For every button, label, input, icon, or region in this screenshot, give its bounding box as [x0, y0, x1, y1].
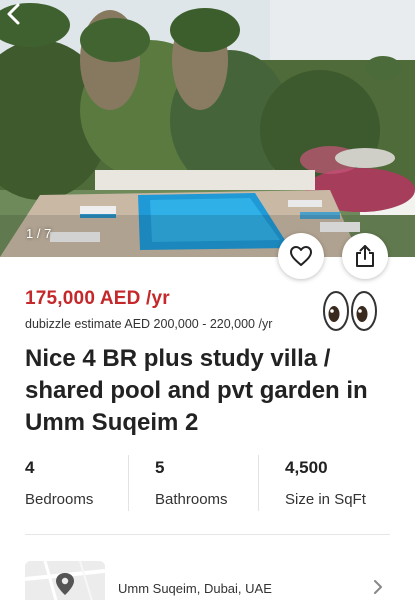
chevron-right-icon[interactable]	[371, 578, 385, 596]
section-divider	[25, 534, 390, 535]
bedrooms-label: Bedrooms	[25, 491, 94, 508]
location-text[interactable]: Umm Suqeim, Dubai, UAE	[118, 581, 272, 596]
location-map-thumbnail[interactable]	[25, 561, 105, 600]
share-icon	[356, 245, 374, 267]
size-value: 4,500	[285, 458, 328, 477]
bathrooms-label: Bathrooms	[155, 491, 228, 508]
bedrooms-stat: 4 Bedrooms	[25, 455, 93, 515]
price-estimate: dubizzle estimate AED 200,000 - 220,000 …	[25, 317, 273, 331]
eyes-emoji-icon	[323, 291, 377, 331]
listing-price: 175,000 AED /yr	[25, 288, 170, 309]
size-stat: 4,500 Size in SqFt	[285, 455, 366, 515]
stat-divider	[258, 455, 259, 511]
bedrooms-value: 4	[25, 458, 35, 477]
share-button[interactable]	[342, 233, 388, 279]
pool-villa-photo	[0, 0, 415, 257]
listing-photo-gallery[interactable]: 1 / 7	[0, 0, 415, 257]
bathrooms-stat: 5 Bathrooms	[155, 455, 228, 515]
bathrooms-value: 5	[155, 458, 165, 477]
heart-icon	[290, 246, 312, 266]
size-label: Size in SqFt	[285, 491, 366, 508]
favorite-button[interactable]	[278, 233, 324, 279]
photo-counter: 1 / 7	[26, 226, 52, 241]
listing-title: Nice 4 BR plus study villa / shared pool…	[25, 345, 368, 436]
map-pin-icon	[25, 561, 105, 600]
stat-divider	[128, 455, 129, 511]
back-arrow-icon[interactable]	[0, 0, 28, 28]
property-stats: 4 Bedrooms 5 Bathrooms 4,500 Size in SqF…	[0, 455, 415, 525]
